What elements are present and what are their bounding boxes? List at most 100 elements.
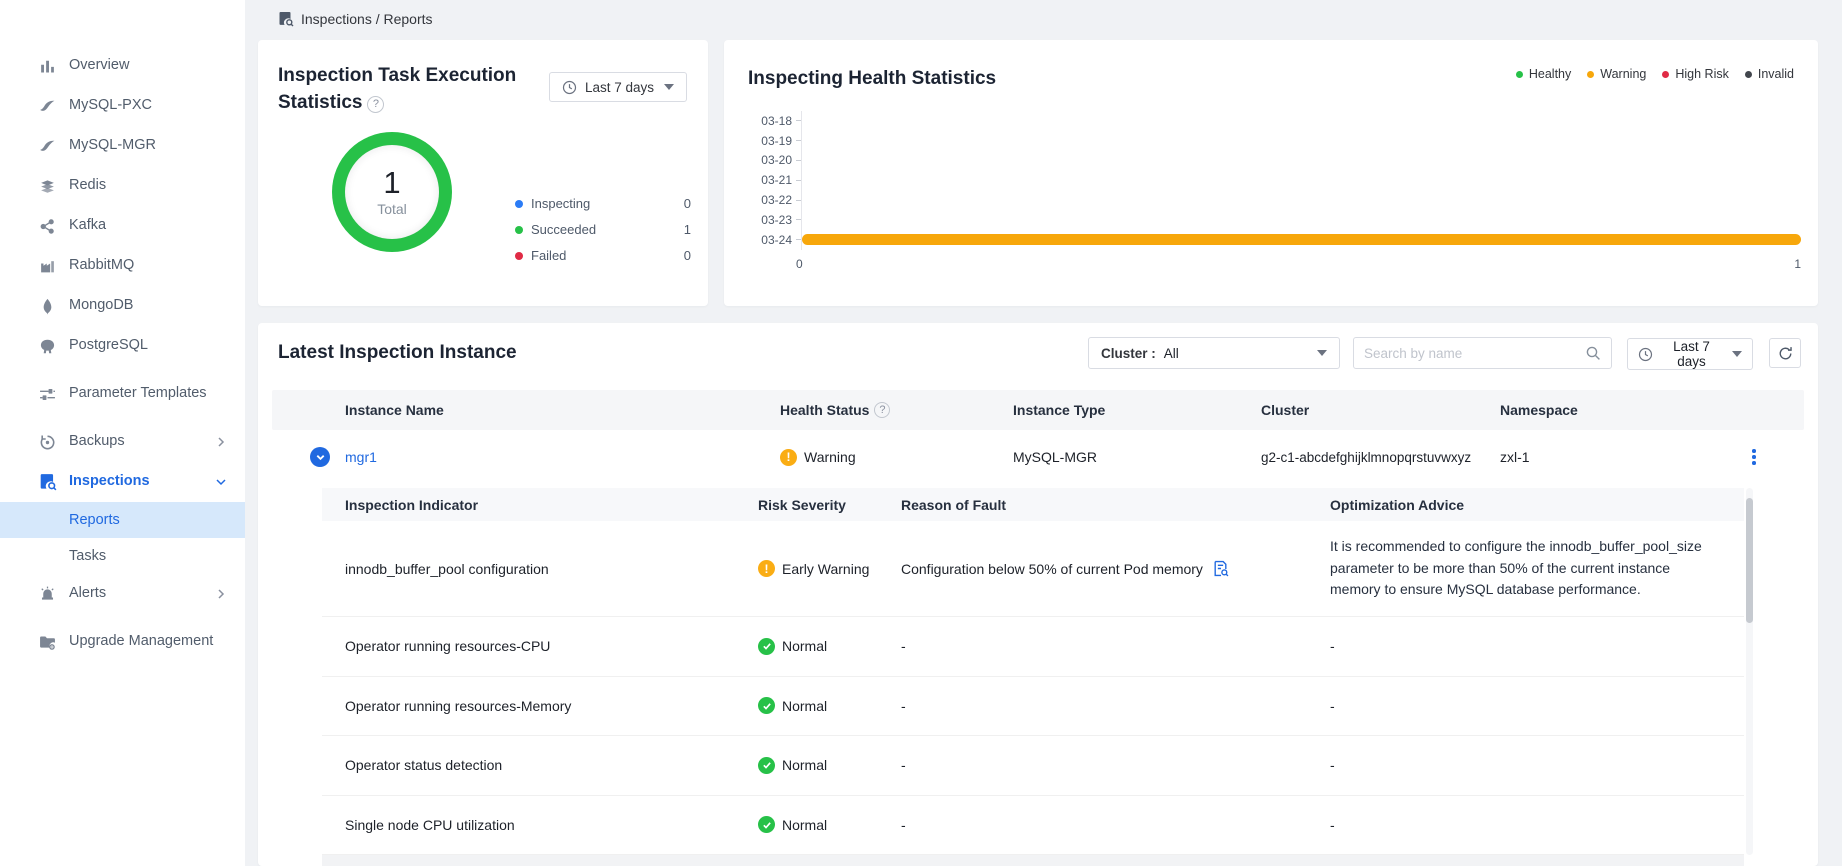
severity-value: Normal <box>782 638 827 654</box>
search-input[interactable] <box>1364 346 1585 361</box>
instance-table: Instance Name Health Status ? Instance T… <box>272 390 1804 484</box>
clock-icon <box>1638 347 1653 362</box>
sidebar-item-alerts[interactable]: Alerts <box>0 574 245 614</box>
sidebar-item-label: RabbitMQ <box>69 256 227 276</box>
breadcrumb[interactable]: Inspections / Reports <box>278 11 433 27</box>
health-chart-row: 03-21 <box>748 170 1801 190</box>
legend-item-invalid[interactable]: Invalid <box>1745 67 1794 81</box>
x-axis-labels: 0 1 <box>796 250 1801 271</box>
reason-value: - <box>901 757 1330 773</box>
legend-item-failed[interactable]: Failed 0 <box>515 248 691 263</box>
sidebar-item-redis[interactable]: Redis <box>0 166 245 206</box>
sidebar-item-reports[interactable]: Reports <box>0 502 245 538</box>
normal-check-icon <box>758 638 775 655</box>
date-range-dropdown[interactable]: Last 7 days <box>1627 338 1753 370</box>
advice-value: - <box>1330 817 1744 833</box>
sidebar-item-label: Backups <box>69 432 215 452</box>
date-range-dropdown[interactable]: Last 7 days <box>549 72 687 102</box>
col-optimization-advice: Optimization Advice <box>1330 497 1744 513</box>
view-report-icon[interactable] <box>1212 560 1229 577</box>
legend-item-inspecting[interactable]: Inspecting 0 <box>515 196 691 211</box>
indicator-value: Single node CPU utilization <box>322 817 758 833</box>
sidebar-item-label: MySQL-PXC <box>69 96 227 116</box>
inspection-report-icon <box>38 473 57 492</box>
sidebar-item-backups[interactable]: Backups <box>0 422 245 462</box>
layers-stack-icon <box>38 177 57 196</box>
legend-item-high-risk[interactable]: High Risk <box>1662 67 1729 81</box>
advice-value: It is recommended to configure the innod… <box>1330 526 1744 611</box>
chevron-right-icon <box>215 436 227 448</box>
refresh-button[interactable] <box>1769 338 1801 368</box>
sidebar-item-inspections[interactable]: Inspections <box>0 462 245 502</box>
y-axis-tick-label: 03-20 <box>748 153 792 167</box>
row-actions-menu[interactable] <box>1744 449 1764 465</box>
help-icon[interactable]: ? <box>874 402 890 418</box>
task-stats-card: Inspection Task Execution Statistics? La… <box>258 40 708 306</box>
cluster-filter-select[interactable]: Cluster : All <box>1088 337 1340 369</box>
sidebar-item-tasks[interactable]: Tasks <box>0 538 245 574</box>
x-tick-max: 1 <box>1794 257 1801 271</box>
health-chart-row: 03-24 <box>748 230 1801 250</box>
sidebar-item-parameter-templates[interactable]: Parameter Templates <box>0 366 245 422</box>
cluster-filter-label: Cluster : <box>1101 346 1156 361</box>
normal-check-icon <box>758 697 775 714</box>
help-icon[interactable]: ? <box>367 96 384 113</box>
y-axis-tick-label: 03-23 <box>748 213 792 227</box>
alarm-icon <box>38 585 57 604</box>
severity-value: Normal <box>782 817 827 833</box>
sidebar-item-label: Overview <box>69 56 227 76</box>
card-title: Inspecting Health Statistics <box>748 65 996 92</box>
sidebar-item-rabbitmq[interactable]: RabbitMQ <box>0 246 245 286</box>
early-warning-icon: ! <box>758 560 775 577</box>
sidebar-item-kafka[interactable]: Kafka <box>0 206 245 246</box>
sidebar-item-mongodb[interactable]: MongoDB <box>0 286 245 326</box>
warning-icon: ! <box>780 449 797 466</box>
search-icon[interactable] <box>1585 345 1601 361</box>
health-stats-card: Inspecting Health Statistics Healthy War… <box>724 40 1818 306</box>
legend-item-succeeded[interactable]: Succeeded 1 <box>515 222 691 237</box>
bar-segment-warning[interactable] <box>802 234 1801 245</box>
severity-value: Normal <box>782 698 827 714</box>
sidebar-item-label: Parameter Templates <box>69 384 227 404</box>
donut-total-label: Total <box>377 201 407 217</box>
y-axis-tick-label: 03-18 <box>748 114 792 128</box>
detail-table-header: Inspection Indicator Risk Severity Reaso… <box>322 488 1744 521</box>
health-chart-row: 03-20 <box>748 151 1801 171</box>
legend-dot <box>1745 71 1752 78</box>
sidebar-item-mysql-pxc[interactable]: MySQL-PXC <box>0 86 245 126</box>
sidebar-item-overview[interactable]: Overview <box>0 46 245 86</box>
instance-name-link[interactable]: mgr1 <box>345 449 377 465</box>
detail-row: innodb_buffer_pool configuration ! Early… <box>322 521 1744 617</box>
sidebar-item-label: Redis <box>69 176 227 196</box>
detail-row: Operator running resources-Memory Normal… <box>322 677 1744 737</box>
section-title: Latest Inspection Instance <box>278 339 517 366</box>
mysql-dolphin-icon <box>38 137 57 156</box>
sidebar-item-postgresql[interactable]: PostgreSQL <box>0 326 245 366</box>
sidebar-item-label: MySQL-MGR <box>69 136 227 156</box>
sidebar-subitem-label: Tasks <box>69 548 106 564</box>
inspection-detail-table: Inspection Indicator Risk Severity Reaso… <box>322 488 1744 866</box>
detail-row: Operator running resources-CPU Normal - … <box>322 617 1744 677</box>
sidebar-item-mysql-mgr[interactable]: MySQL-MGR <box>0 126 245 166</box>
indicator-value: Operator status detection <box>322 757 758 773</box>
kafka-network-icon <box>38 217 57 236</box>
legend-item-healthy[interactable]: Healthy <box>1516 67 1571 81</box>
legend-item-warning[interactable]: Warning <box>1587 67 1646 81</box>
mysql-dolphin-icon <box>38 97 57 116</box>
y-axis-tick-label: 03-21 <box>748 173 792 187</box>
detail-row: Operator status detection Normal - - <box>322 736 1744 796</box>
legend-label: Inspecting <box>531 196 590 211</box>
sidebar-item-label: MongoDB <box>69 296 227 316</box>
legend-dot <box>1516 71 1523 78</box>
sidebar-item-upgrade-management[interactable]: Upgrade Management <box>0 614 245 670</box>
caret-down-icon <box>664 84 674 90</box>
latest-inspection-card: Latest Inspection Instance Cluster : All… <box>258 323 1818 866</box>
rabbitmq-icon <box>38 257 57 276</box>
col-reason-of-fault: Reason of Fault <box>901 497 1330 513</box>
bar-chart-icon <box>38 57 57 76</box>
instance-row: mgr1 ! Warning MySQL-MGR g2-c1-abcdefghi… <box>272 430 1804 484</box>
advice-value: - <box>1330 638 1744 654</box>
scrollbar-thumb[interactable] <box>1746 498 1753 623</box>
date-range-label: Last 7 days <box>585 80 654 95</box>
collapse-row-button[interactable] <box>310 447 330 467</box>
